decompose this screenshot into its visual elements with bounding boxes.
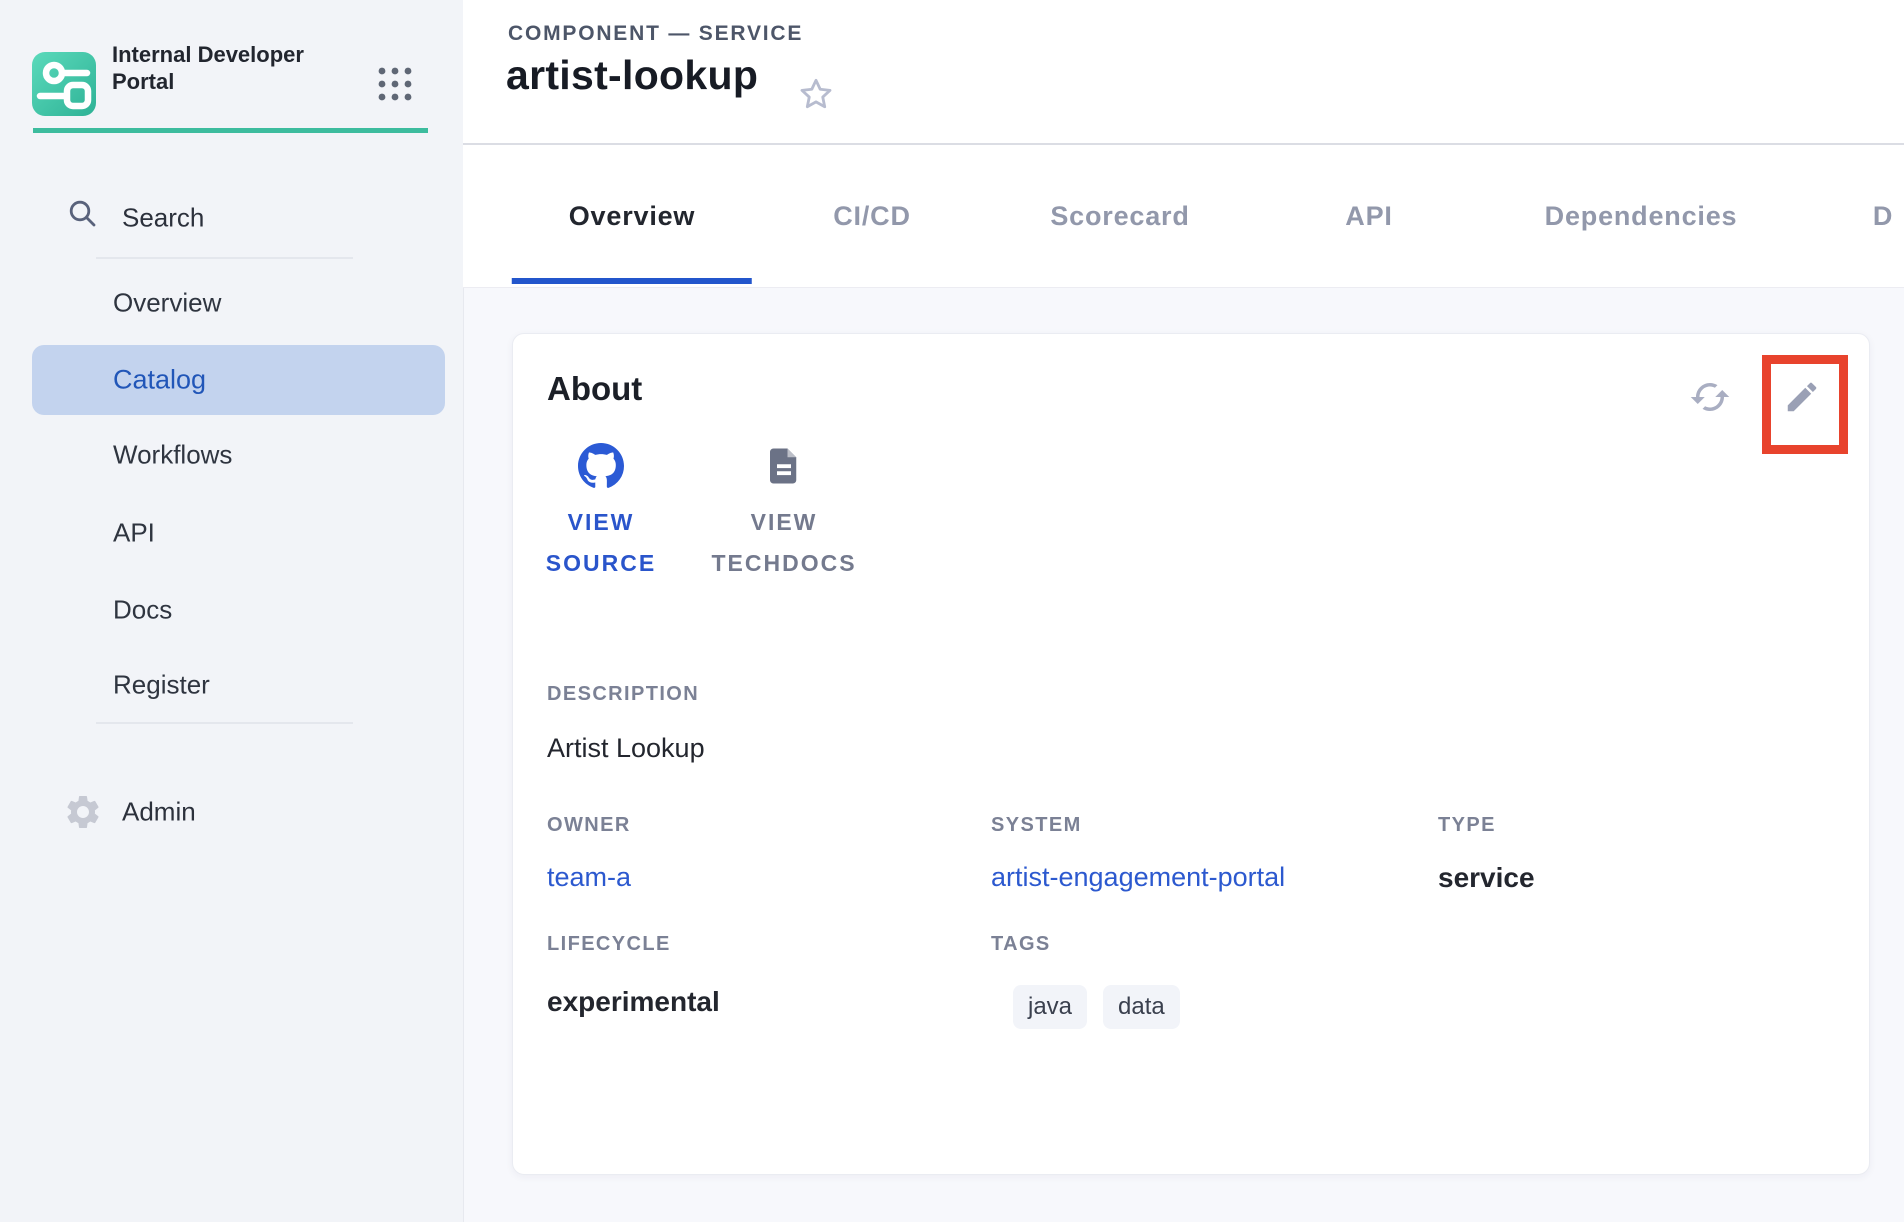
entity-tabs: Overview CI/CD Scorecard API Dependencie… (463, 145, 1904, 288)
page-header: COMPONENT — SERVICE artist-lookup (463, 0, 1904, 145)
view-techdocs-label-line2: TECHDOCS (711, 543, 856, 584)
page-title: artist-lookup (506, 52, 758, 99)
description-value: Artist Lookup (547, 733, 705, 764)
system-link[interactable]: artist-engagement-portal (991, 862, 1285, 893)
tag-chip-data[interactable]: data (1103, 985, 1180, 1029)
tab-label: API (1345, 201, 1392, 232)
search-icon (66, 197, 98, 229)
sidebar: Internal Developer Portal Search Overvie… (0, 0, 464, 1222)
system-label: SYSTEM (991, 814, 1082, 837)
view-source-label-line2: SOURCE (546, 543, 656, 584)
lifecycle-value: experimental (547, 986, 720, 1018)
tab-docs-clipped[interactable]: D (1816, 145, 1904, 287)
tags-label: TAGS (991, 933, 1051, 956)
view-source-link[interactable]: VIEW SOURCE (536, 442, 666, 584)
github-icon (577, 442, 625, 490)
portal-logo-icon (32, 52, 96, 116)
lifecycle-label: LIFECYCLE (547, 933, 671, 956)
sidebar-item-register[interactable]: Register (0, 653, 463, 717)
sidebar-item-search[interactable]: Search (0, 190, 463, 246)
tags-row: java data (1013, 985, 1180, 1029)
about-card-title: About (547, 370, 642, 408)
tab-label: Overview (569, 201, 695, 232)
sidebar-item-label: Overview (113, 288, 221, 319)
view-techdocs-link[interactable]: VIEW TECHDOCS (719, 442, 849, 584)
sidebar-accent-bar (33, 128, 428, 133)
sidebar-item-workflows[interactable]: Workflows (0, 423, 463, 487)
apps-grid-icon[interactable] (377, 66, 413, 102)
app-title: Internal Developer Portal (112, 41, 352, 95)
sidebar-item-docs[interactable]: Docs (0, 578, 463, 642)
owner-label: OWNER (547, 814, 631, 837)
sidebar-item-api[interactable]: API (0, 501, 463, 565)
tab-api[interactable]: API (1288, 145, 1449, 287)
tab-cicd[interactable]: CI/CD (776, 145, 968, 287)
sidebar-divider (96, 722, 353, 724)
sidebar-item-catalog[interactable]: Catalog (32, 345, 445, 415)
tab-label: Scorecard (1050, 201, 1189, 232)
gear-icon (63, 792, 103, 832)
sidebar-item-label: Catalog (113, 365, 206, 396)
tab-scorecard[interactable]: Scorecard (993, 145, 1246, 287)
sidebar-item-overview[interactable]: Overview (0, 271, 463, 335)
sidebar-item-label: Register (113, 670, 210, 701)
sidebar-item-label: API (113, 518, 155, 549)
sidebar-item-label: Workflows (113, 440, 232, 471)
owner-link[interactable]: team-a (547, 862, 631, 893)
admin-label: Admin (122, 797, 196, 828)
tab-dependencies[interactable]: Dependencies (1488, 145, 1795, 287)
description-label: DESCRIPTION (547, 683, 699, 706)
about-card: About VIEW SOURCE VIEW TECHDOCS (512, 333, 1870, 1175)
internal-developer-portal-app: Internal Developer Portal Search Overvie… (0, 0, 1904, 1222)
type-label: TYPE (1438, 814, 1496, 837)
sidebar-item-admin[interactable]: Admin (0, 783, 463, 841)
view-source-label-line1: VIEW (568, 502, 635, 543)
sidebar-divider (96, 257, 353, 259)
tab-overview[interactable]: Overview (512, 145, 752, 287)
sidebar-item-label: Docs (113, 595, 172, 626)
annotation-highlight-box (1762, 355, 1848, 454)
tag-chip-java[interactable]: java (1013, 985, 1087, 1029)
view-techdocs-label-line1: VIEW (751, 502, 818, 543)
entity-kind-breadcrumb: COMPONENT — SERVICE (508, 22, 803, 46)
search-label: Search (122, 203, 204, 234)
type-value: service (1438, 862, 1535, 894)
tab-label: CI/CD (833, 201, 911, 232)
techdocs-file-icon (763, 442, 805, 490)
refresh-icon[interactable] (1689, 376, 1731, 418)
tab-label: D (1873, 201, 1893, 232)
favorite-star-icon[interactable] (796, 74, 836, 114)
tab-label: Dependencies (1545, 201, 1738, 232)
